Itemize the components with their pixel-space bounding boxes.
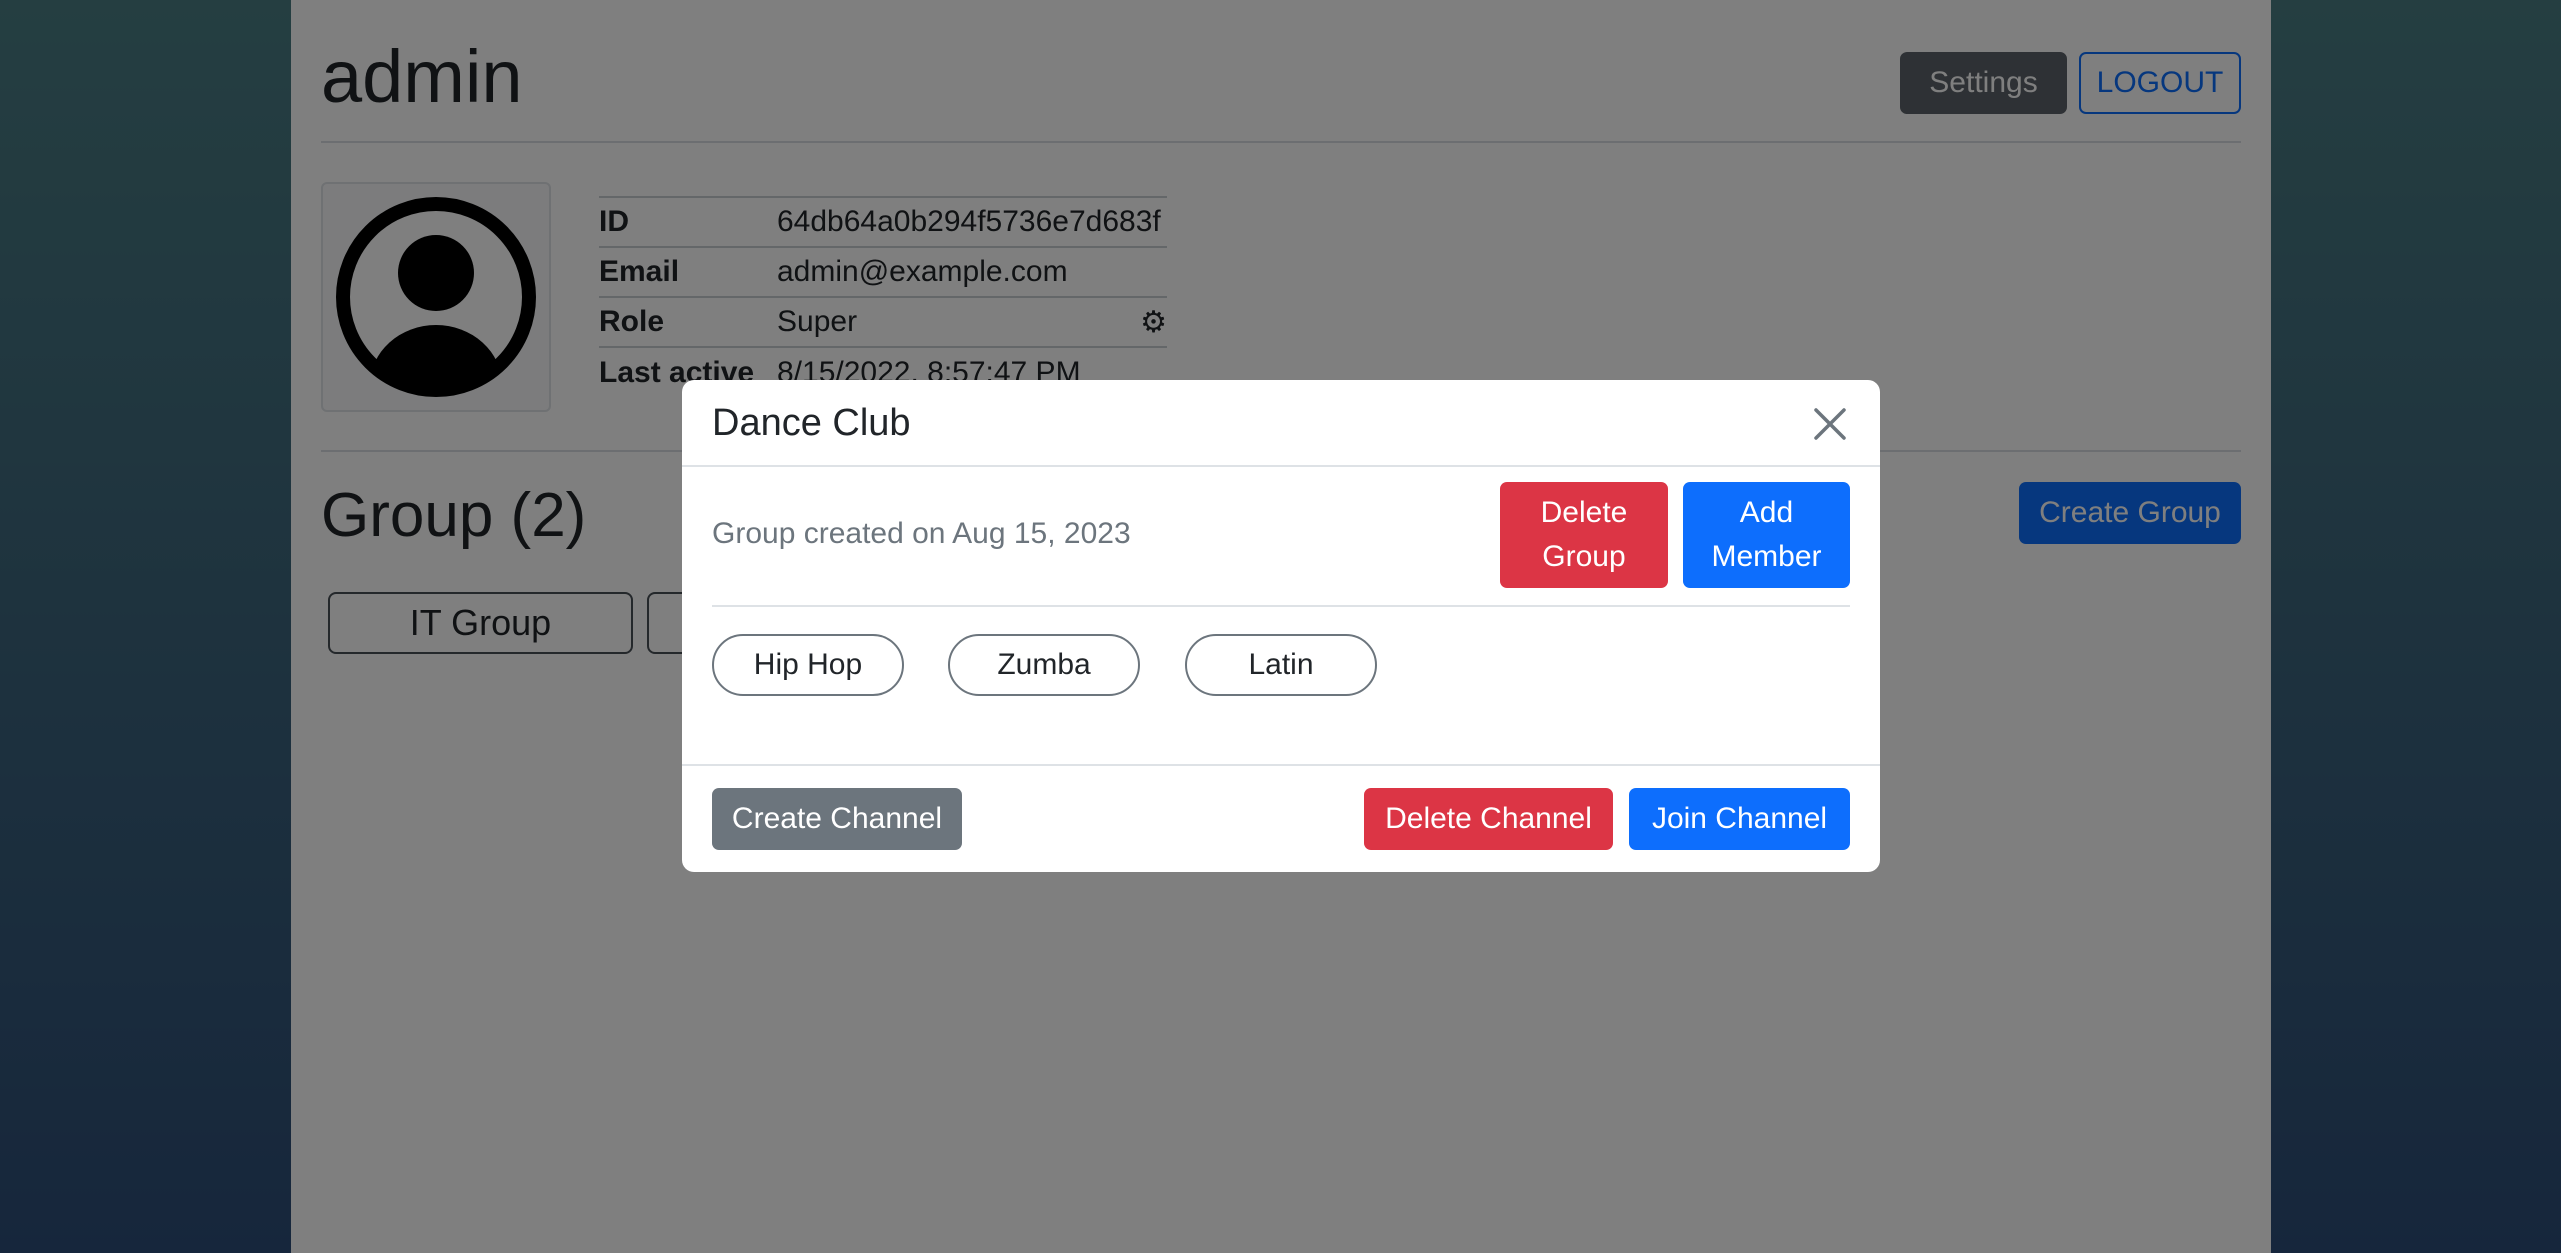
- channel-pill-latin[interactable]: Latin: [1185, 634, 1377, 696]
- delete-channel-button[interactable]: Delete Channel: [1364, 788, 1613, 850]
- channel-pill-hip-hop[interactable]: Hip Hop: [712, 634, 904, 696]
- join-channel-button[interactable]: Join Channel: [1629, 788, 1850, 850]
- modal-footer: Create Channel Delete Channel Join Chann…: [682, 764, 1880, 872]
- group-created-text: Group created on Aug 15, 2023: [712, 517, 1131, 550]
- channel-pill-zumba[interactable]: Zumba: [948, 634, 1140, 696]
- create-channel-button[interactable]: Create Channel: [712, 788, 962, 850]
- add-member-button[interactable]: Add Member: [1683, 482, 1850, 588]
- group-modal: Dance Club Group created on Aug 15, 2023…: [682, 380, 1880, 872]
- modal-header: Dance Club: [682, 380, 1880, 467]
- close-icon[interactable]: [1808, 402, 1852, 446]
- modal-title: Dance Club: [712, 402, 911, 444]
- delete-group-button[interactable]: Delete Group: [1500, 482, 1668, 588]
- group-meta-row: Group created on Aug 15, 2023 Delete Gro…: [712, 467, 1850, 607]
